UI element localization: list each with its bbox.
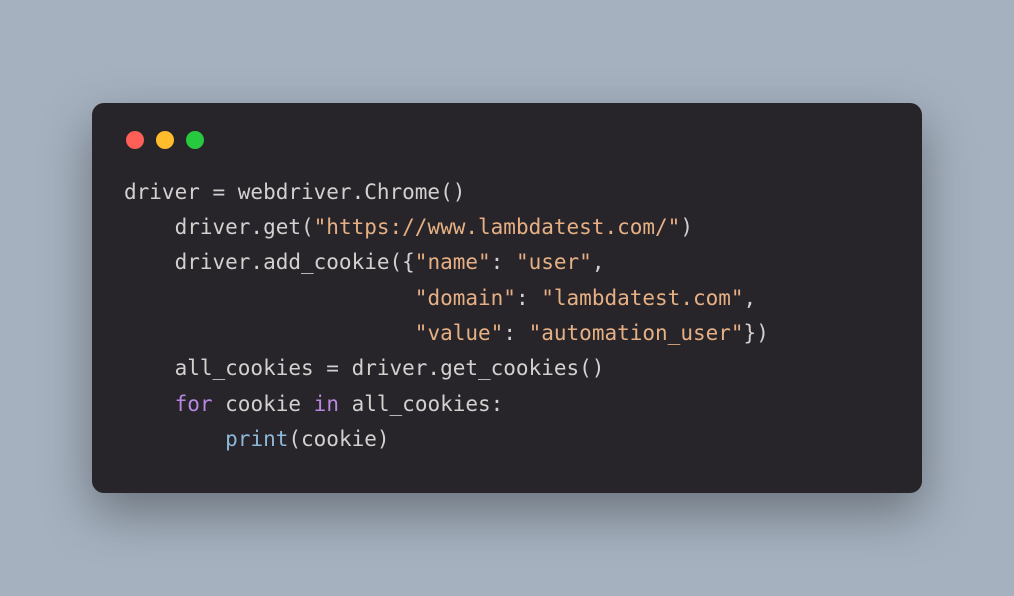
traffic-lights [126, 131, 890, 149]
code-token: "automation_user" [529, 321, 744, 345]
minimize-icon [156, 131, 174, 149]
code-token [124, 321, 415, 345]
code-token: in [314, 392, 339, 416]
code-token [124, 286, 415, 310]
code-token: all_cookies = driver.get_cookies() [124, 356, 604, 380]
code-token: : [491, 250, 516, 274]
code-token: , [592, 250, 605, 274]
code-token: all_cookies: [339, 392, 503, 416]
code-token: "name" [415, 250, 491, 274]
code-token: "user" [516, 250, 592, 274]
code-token: "value" [415, 321, 504, 345]
code-window: driver = webdriver.Chrome() driver.get("… [92, 103, 922, 493]
code-token: print [225, 427, 288, 451]
code-token: "lambdatest.com" [541, 286, 743, 310]
code-token: "https://www.lambdatest.com/" [314, 215, 681, 239]
code-token: : [516, 286, 541, 310]
code-token: "domain" [415, 286, 516, 310]
code-token: driver = webdriver.Chrome() [124, 180, 465, 204]
code-token: for [175, 392, 213, 416]
code-token: driver.get( [124, 215, 314, 239]
code-token [124, 427, 225, 451]
code-token: driver.add_cookie({ [124, 250, 415, 274]
code-token: ) [680, 215, 693, 239]
code-token: , [744, 286, 757, 310]
code-token: : [503, 321, 528, 345]
code-token [124, 392, 175, 416]
code-token: cookie [213, 392, 314, 416]
code-token: (cookie) [288, 427, 389, 451]
code-block: driver = webdriver.Chrome() driver.get("… [124, 175, 890, 457]
code-token: }) [744, 321, 769, 345]
close-icon [126, 131, 144, 149]
maximize-icon [186, 131, 204, 149]
